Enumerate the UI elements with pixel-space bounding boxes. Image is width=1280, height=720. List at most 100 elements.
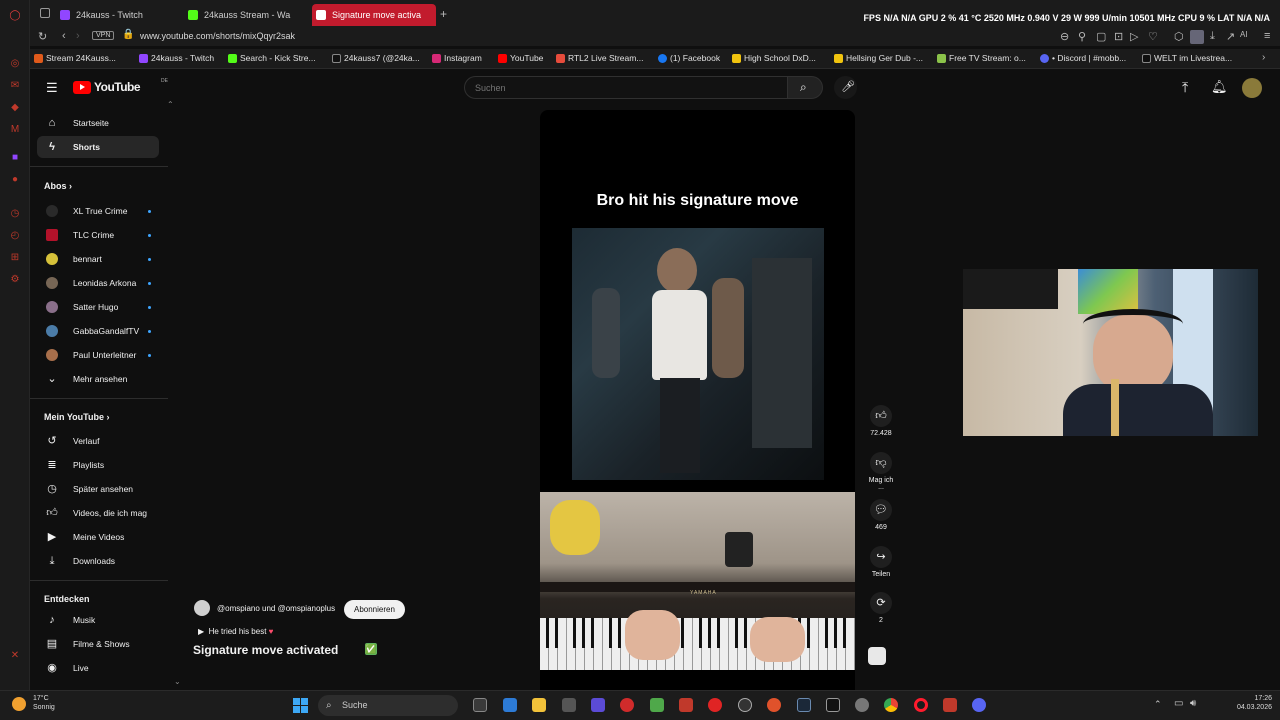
share-icon[interactable]: ↗ (1226, 30, 1235, 43)
sidebar-app-icon[interactable]: ● (9, 174, 21, 186)
screenshot-icon[interactable]: ⊡ (1114, 30, 1123, 43)
bookmark-item[interactable]: Hellsing Ger Dub -... (834, 53, 923, 63)
channel-names[interactable]: @omspiano und @omspianoplus (217, 604, 335, 613)
bookmark-item[interactable]: RTL2 Live Stream... (556, 53, 643, 63)
ai-icon[interactable]: AI (1240, 30, 1248, 39)
remix-button[interactable]: ⟳ 2 (866, 592, 896, 624)
extension-icon[interactable]: ⚲ (1078, 30, 1086, 43)
dislike-button[interactable]: 👎︎ Mag ich ... (866, 452, 896, 491)
search-input[interactable] (464, 76, 788, 99)
app-icon[interactable] (708, 698, 722, 712)
sidebar-app-icon[interactable]: ✉ (9, 80, 21, 92)
bookmark-item[interactable]: Instagram (432, 53, 482, 63)
app-icon[interactable] (562, 698, 576, 712)
sidebar-item-subscription[interactable]: Paul Unterleitner (37, 344, 159, 366)
sidebar-app-icon[interactable]: M (9, 124, 21, 136)
download-icon[interactable]: ⤓ (1210, 30, 1215, 43)
search-button[interactable]: ⌕ (787, 76, 823, 99)
forward-icon[interactable]: › (76, 30, 80, 42)
you-heading[interactable]: Mein YouTube › (44, 412, 110, 422)
bookmark-item[interactable]: 24kauss - Twitch (139, 53, 214, 63)
volume-icon[interactable]: 🔊︎ (1190, 698, 1196, 709)
app-icon[interactable] (650, 698, 664, 712)
channel-avatar[interactable] (194, 600, 210, 616)
bookmark-item[interactable]: (1) Facebook (658, 53, 720, 63)
sidebar-item-downloads[interactable]: ⤓ Downloads (37, 550, 159, 572)
app-icon[interactable] (679, 698, 693, 712)
bookmark-item[interactable]: YouTube (498, 53, 543, 63)
sidebar-item-more[interactable]: ⌄ Mehr ansehen (37, 368, 159, 390)
app-icon[interactable] (738, 698, 752, 712)
sidebar-item-subscription[interactable]: bennart (37, 248, 159, 270)
comments-button[interactable]: 💬︎ 469 (866, 499, 896, 531)
app-icon[interactable] (767, 698, 781, 712)
share-button[interactable]: ↪ Teilen (866, 546, 896, 578)
sidebar-item-history[interactable]: ↺ Verlauf (37, 430, 159, 452)
upload-icon[interactable]: ⤒ (1182, 79, 1188, 96)
sidebar-app-icon[interactable]: ⊞ (9, 252, 21, 264)
sidebar-app-icon[interactable]: ◎ (9, 58, 21, 70)
app-icon[interactable] (943, 698, 957, 712)
chrome-icon[interactable] (884, 698, 898, 712)
tab-youtube-short[interactable]: Signature move activa (312, 4, 436, 26)
weather-widget[interactable]: 17°C Sonnig (33, 694, 55, 712)
steam-icon[interactable] (797, 698, 811, 712)
network-icon[interactable]: ▭ (1174, 698, 1183, 709)
sidebar-item-subscription[interactable]: TLC Crime (37, 224, 159, 246)
back-icon[interactable]: ‹ (62, 30, 66, 42)
sidebar-item-my-videos[interactable]: ▶ Meine Videos (37, 526, 159, 548)
subscriptions-heading[interactable]: Abos › (44, 181, 72, 191)
sidebar-item-movies[interactable]: ▤ Filme & Shows (37, 633, 159, 655)
tray-chevron-icon[interactable]: ⌃ (1154, 699, 1162, 710)
gx-icon[interactable]: ✕ (9, 650, 21, 662)
settings-icon[interactable]: ⚙ (9, 274, 21, 286)
bookmark-item[interactable]: High School DxD... (732, 53, 816, 63)
bookmark-item[interactable]: Search - Kick Stre... (228, 53, 316, 63)
short-player[interactable]: Bro hit his signature move YAMAHA (540, 110, 855, 690)
twitch-icon[interactable]: ■ (9, 152, 21, 164)
windows-start-icon[interactable] (293, 698, 309, 714)
avatar[interactable] (1242, 78, 1262, 98)
sidebar-scroll-down-icon[interactable]: ⌄ (174, 677, 181, 686)
sound-thumbnail[interactable] (868, 647, 886, 665)
voice-search-button[interactable]: 🎤︎ (834, 76, 857, 99)
epic-games-icon[interactable] (826, 698, 840, 712)
profile-avatar[interactable] (1190, 30, 1204, 44)
sidebar-item-subscription[interactable]: GabbaGandalfTV (37, 320, 159, 342)
like-button[interactable]: 👍︎ 72.428 (866, 405, 896, 437)
subscribe-button[interactable]: Abonnieren (344, 600, 405, 619)
discord-icon[interactable] (972, 698, 986, 712)
player-icon[interactable]: ▷ (1130, 30, 1138, 43)
sidebar-item-live[interactable]: ◉ Live (37, 657, 159, 679)
bookmark-item[interactable]: Stream 24Kauss... (34, 53, 116, 63)
snapshot-icon[interactable]: ▢ (1096, 30, 1106, 43)
file-explorer-icon[interactable] (532, 698, 546, 712)
heart-icon[interactable]: ♡ (1148, 30, 1158, 43)
sidebar-item-subscription[interactable]: Leonidas Arkona (37, 272, 159, 294)
opera-gx-icon[interactable] (914, 698, 928, 712)
sidebar-app-icon[interactable]: ◆ (9, 102, 21, 114)
system-clock[interactable]: 17:26 04.03.2026 (1237, 694, 1272, 712)
sidebar-item-liked-videos[interactable]: 👍︎ Videos, die ich mag (37, 502, 159, 524)
sidebar-item-shorts[interactable]: ϟ Shorts (37, 136, 159, 158)
bookmark-item[interactable]: 24kauss7 (@24ka... (332, 53, 420, 63)
tab-kick[interactable]: 24kauss Stream - Wa (184, 4, 309, 26)
taskbar-search[interactable]: ⌕ Suche (318, 695, 458, 716)
weather-icon[interactable] (12, 697, 26, 711)
bookmark-item[interactable]: • Discord | #mobb... (1040, 53, 1126, 63)
task-view-icon[interactable] (473, 698, 487, 712)
vpn-badge[interactable]: VPN (92, 31, 115, 40)
sidebar-item-home[interactable]: ⌂ Startseite (37, 112, 159, 134)
vpn-app-icon[interactable] (591, 698, 605, 712)
song-row[interactable]: ▶ He tried his best ♥ (198, 627, 273, 636)
sidebar-item-playlists[interactable]: ≣ Playlists (37, 454, 159, 476)
sidebar-item-music[interactable]: ♪ Musik (37, 609, 159, 631)
new-tab-icon[interactable]: + (440, 7, 447, 21)
sidebar-item-watch-later[interactable]: ◷ Später ansehen (37, 478, 159, 500)
bookmark-item[interactable]: WELT im Livestrea... (1142, 53, 1232, 63)
bookmark-item[interactable]: Free TV Stream: o... (937, 53, 1026, 63)
extensions-icon[interactable]: ⬡ (1174, 30, 1184, 43)
url-field[interactable]: www.youtube.com/shorts/mixQqyr2sak (140, 31, 295, 41)
settings-icon[interactable] (855, 698, 869, 712)
tab-overview-icon[interactable] (40, 8, 50, 18)
